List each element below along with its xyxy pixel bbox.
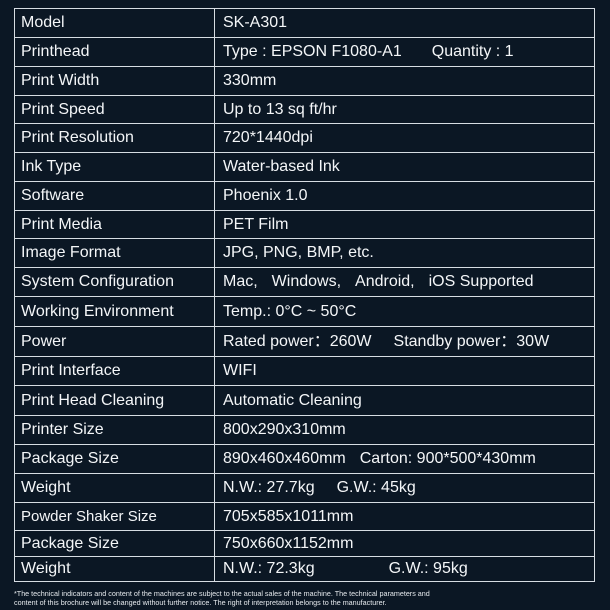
spec-value-part: iOS Supported (428, 273, 534, 290)
spec-label: Printhead (14, 37, 215, 67)
spec-label: Print Resolution (14, 123, 215, 153)
spec-row-system-configuration: System Configuration Mac, Windows, Android… (14, 267, 595, 297)
spec-label: Print Head Cleaning (14, 385, 215, 416)
spec-value: 720*1440dpi (214, 123, 595, 153)
spec-value-part: Rated power：260W (223, 332, 372, 350)
spec-value-part: Mac, (223, 273, 258, 290)
spec-label: Powder Shaker Size (14, 502, 215, 531)
spec-label: Printer Size (14, 415, 215, 445)
spec-row-print-interface: Print Interface WIFI (14, 356, 595, 386)
spec-row-weight: Weight N.W.: 27.7kg G.W.: 45kg (14, 473, 595, 503)
spec-value: Rated power：260W Standby power：30W (214, 326, 595, 357)
spec-value: 330mm (214, 66, 595, 96)
spec-row-print-head-cleaning: Print Head Cleaning Automatic Cleaning (14, 385, 595, 416)
spec-label: Power (14, 326, 215, 357)
spec-value-part: Type : EPSON F1080-A1 (223, 43, 402, 60)
spec-row-image-format: Image Format JPG, PNG, BMP, etc. (14, 238, 595, 268)
spec-value: WIFI (214, 356, 595, 386)
spec-value-part: Windows, (271, 273, 342, 290)
spec-label: Model (14, 8, 215, 38)
footnote-line: *The technical indicators and content of… (14, 589, 430, 598)
spec-value-part: 890x460x460mm (223, 450, 346, 467)
spec-label: Print Speed (14, 95, 215, 124)
spec-row-print-resolution: Print Resolution 720*1440dpi (14, 123, 595, 153)
spec-label: Ink Type (14, 152, 215, 182)
spec-value: Phoenix 1.0 (214, 181, 595, 211)
spec-value: 705x585x1011mm (214, 502, 595, 531)
spec-value-part: G.W.: 45kg (336, 479, 416, 496)
spec-value-part: N.W.: 72.3kg (223, 560, 315, 577)
spec-row-package-size: Package Size 890x460x460mm Carton: 900*50… (14, 444, 595, 474)
spec-label: Package Size (14, 530, 215, 557)
spec-value: 750x660x1152mm (214, 530, 595, 557)
spec-row-powder-shaker-package-size: Package Size 750x660x1152mm (14, 530, 595, 557)
spec-label: System Configuration (14, 267, 215, 297)
spec-value: JPG, PNG, BMP, etc. (214, 238, 595, 268)
spec-value: 800x290x310mm (214, 415, 595, 445)
spec-value: SK-A301 (214, 8, 595, 38)
spec-value: Temp.: 0°C ~ 50°C (214, 296, 595, 327)
spec-row-model: Model SK-A301 (14, 8, 595, 38)
spec-row-printhead: Printhead Type : EPSON F1080-A1 Quantity … (14, 37, 595, 67)
spec-row-powder-shaker-size: Powder Shaker Size 705x585x1011mm (14, 502, 595, 531)
spec-value: N.W.: 72.3kg G.W.: 95kg (214, 556, 595, 582)
spec-value-part: Quantity : 1 (431, 43, 514, 60)
spec-label: Weight (14, 556, 215, 582)
spec-value: Up to 13 sq ft/hr (214, 95, 595, 124)
spec-row-power: Power Rated power：260W Standby power：30W (14, 326, 595, 357)
spec-row-printer-size: Printer Size 800x290x310mm (14, 415, 595, 445)
spec-label: Image Format (14, 238, 215, 268)
spec-value-part: Standby power：30W (393, 332, 550, 350)
spec-value: Water-based Ink (214, 152, 595, 182)
spec-label: Package Size (14, 444, 215, 474)
spec-value-part: N.W.: 27.7kg (223, 479, 315, 496)
spec-value: Mac, Windows, Android, iOS Supported (214, 267, 595, 297)
spec-label: Print Interface (14, 356, 215, 386)
spec-row-print-speed: Print Speed Up to 13 sq ft/hr (14, 95, 595, 124)
footnote-line: content of this brochure will be changed… (14, 598, 387, 607)
spec-value-part: Android, (355, 273, 415, 290)
spec-row-print-media: Print Media PET Film (14, 210, 595, 239)
spec-value: PET Film (214, 210, 595, 239)
spec-label: Print Width (14, 66, 215, 96)
spec-value: Automatic Cleaning (214, 385, 595, 416)
spec-value: N.W.: 27.7kg G.W.: 45kg (214, 473, 595, 503)
spec-value: 890x460x460mm Carton: 900*500*430mm (214, 444, 595, 474)
spec-value-part: Carton: 900*500*430mm (359, 450, 536, 467)
spec-row-working-environment: Working Environment Temp.: 0°C ~ 50°C (14, 296, 595, 327)
spec-row-powder-shaker-weight: Weight N.W.: 72.3kg G.W.: 95kg (14, 556, 595, 582)
spec-label: Working Environment (14, 296, 215, 327)
spec-row-ink-type: Ink Type Water-based Ink (14, 152, 595, 182)
spec-row-print-width: Print Width 330mm (14, 66, 595, 96)
disclaimer-footnote: *The technical indicators and content of… (14, 589, 604, 607)
spec-table: Model SK-A301 Printhead Type : EPSON F10… (14, 8, 595, 582)
spec-value: Type : EPSON F1080-A1 Quantity : 1 (214, 37, 595, 67)
spec-row-software: Software Phoenix 1.0 (14, 181, 595, 211)
spec-label: Print Media (14, 210, 215, 239)
spec-label: Software (14, 181, 215, 211)
spec-label: Weight (14, 473, 215, 503)
spec-value-part: G.W.: 95kg (388, 560, 468, 577)
